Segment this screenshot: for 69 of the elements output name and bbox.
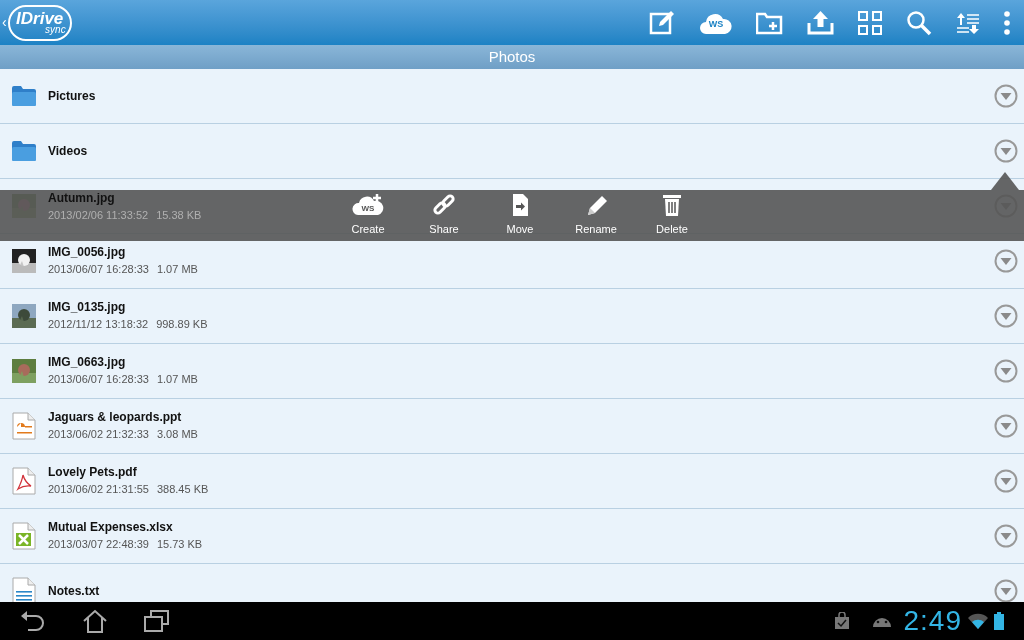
cloud-plus-icon: WS [352, 193, 384, 218]
file-size: 3.08 MB [156, 428, 198, 442]
spreadsheet-file-icon [12, 522, 36, 550]
file-name: Notes.txt [48, 583, 100, 599]
dropdown-icon[interactable] [994, 139, 1018, 163]
logo-subtext: sync [45, 25, 66, 35]
file-name: Autumn.jpg [48, 191, 115, 206]
file-row[interactable]: Jaguars & leopards.ppt 2013/06/02 21:32:33 3.08 MB [0, 399, 1024, 454]
dropdown-icon[interactable] [994, 414, 1018, 438]
home-icon[interactable] [82, 609, 108, 633]
new-folder-icon[interactable] [756, 10, 783, 35]
file-size: 1.07 MB [156, 373, 198, 387]
dropdown-icon[interactable] [994, 304, 1018, 328]
file-size: 1.07 MB [156, 263, 198, 277]
pointer-icon [991, 172, 1019, 190]
dropdown-icon[interactable] [994, 249, 1018, 273]
shopping-bag-icon [833, 612, 850, 630]
folder-icon [12, 141, 36, 161]
file-row[interactable]: Autumn.jpg 2013/02/06 11:33:52 15.38 KB WS Create Share Move Rename Delete [0, 179, 1024, 234]
dropdown-icon[interactable] [994, 469, 1018, 493]
text-file-icon [12, 577, 36, 602]
file-name: IMG_0135.jpg [48, 300, 126, 316]
file-name: Jaguars & leopards.ppt [48, 410, 182, 426]
folder-icon [12, 86, 36, 106]
clock: 2:49 [903, 607, 962, 635]
file-date: 2013/03/07 22:48:39 [48, 538, 149, 552]
file-row[interactable]: IMG_0135.jpg 2012/11/12 13:18:32 998.89 KB [0, 289, 1024, 344]
file-size: 998.89 KB [156, 318, 208, 332]
file-date: 2013/06/07 16:28:33 [48, 263, 149, 277]
file-row[interactable]: Lovely Pets.pdf 2013/06/02 21:31:55 388.45 KB [0, 454, 1024, 509]
search-icon[interactable] [906, 9, 932, 36]
file-row[interactable]: IMG_0056.jpg 2013/06/07 16:28:33 1.07 MB [0, 234, 1024, 289]
battery-icon [994, 612, 1004, 630]
file-size: 15.38 KB [156, 209, 202, 223]
recent-apps-icon[interactable] [144, 610, 170, 632]
dropdown-icon[interactable] [994, 359, 1018, 383]
upload-icon[interactable] [807, 10, 834, 35]
file-date: 2013/06/02 21:32:33 [48, 428, 149, 442]
file-name: Lovely Pets.pdf [48, 465, 137, 481]
logo-text: IDrive [16, 10, 64, 27]
file-date: 2012/11/12 13:18:32 [48, 318, 149, 332]
slides-file-icon [12, 412, 36, 440]
file-date: 2013/06/02 21:31:55 [48, 483, 149, 497]
more-icon[interactable] [1004, 10, 1010, 35]
file-date: 2013/02/06 11:33:52 [48, 209, 149, 223]
folder-title: Photos [488, 46, 536, 67]
file-row[interactable]: Videos [0, 124, 1024, 179]
dropdown-icon[interactable] [994, 579, 1018, 602]
wifi-icon [968, 613, 988, 629]
file-name: IMG_0663.jpg [48, 355, 126, 371]
file-date: 2013/06/07 16:28:33 [48, 373, 149, 387]
file-row[interactable]: Pictures [0, 69, 1024, 124]
file-row[interactable]: Mutual Expenses.xlsx 2013/03/07 22:48:39 15.73 KB [0, 509, 1024, 564]
file-name: Videos [48, 143, 88, 159]
file-row[interactable]: IMG_0663.jpg 2013/06/07 16:28:33 1.07 MB [0, 344, 1024, 399]
link-icon [430, 193, 458, 218]
file-name: Mutual Expenses.xlsx [48, 520, 173, 536]
grid-icon[interactable] [858, 10, 882, 35]
file-size: 15.73 KB [156, 538, 203, 552]
back-icon[interactable] [20, 610, 46, 632]
file-name: Pictures [48, 88, 96, 104]
edit-icon[interactable] [649, 9, 676, 36]
dropdown-icon[interactable] [994, 524, 1018, 548]
sort-icon[interactable] [956, 11, 980, 34]
file-size: 388.45 KB [156, 483, 209, 497]
file-name: IMG_0056.jpg [48, 245, 126, 261]
back-caret: ‹ [2, 13, 7, 32]
dropdown-icon[interactable] [994, 84, 1018, 108]
pdf-file-icon [12, 467, 36, 495]
